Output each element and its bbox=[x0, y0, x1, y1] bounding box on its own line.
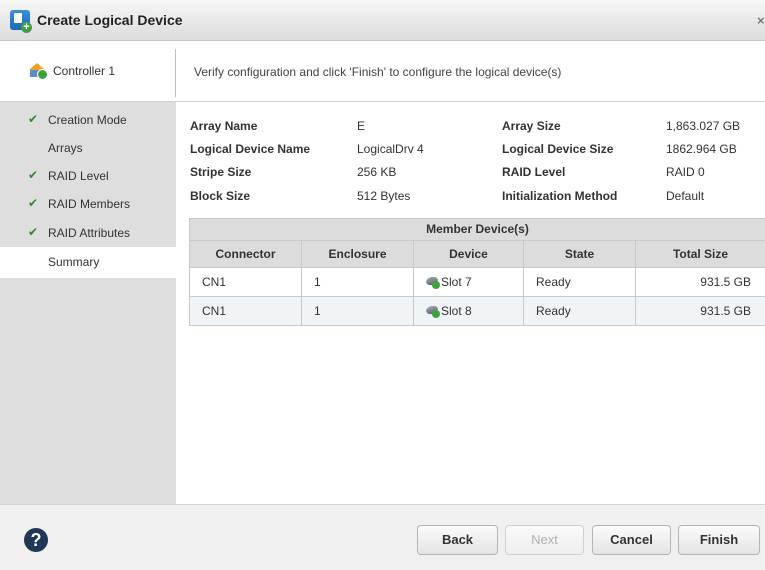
check-icon: ✔ bbox=[28, 225, 38, 239]
finish-button[interactable]: Finish bbox=[678, 525, 760, 555]
col-state[interactable]: State bbox=[524, 241, 636, 268]
cell-connector: CN1 bbox=[190, 297, 302, 326]
array-name-label: Array Name bbox=[190, 119, 257, 133]
step-label: Summary bbox=[48, 255, 99, 269]
cell-state: Ready bbox=[524, 268, 636, 297]
cell-enclosure: 1 bbox=[302, 297, 414, 326]
check-icon: ✔ bbox=[28, 168, 38, 182]
block-value: 512 Bytes bbox=[357, 189, 410, 203]
disk-icon bbox=[426, 304, 440, 318]
array-name-value: E bbox=[357, 119, 365, 133]
window-title: Create Logical Device bbox=[37, 12, 183, 28]
step-label: Arrays bbox=[48, 141, 83, 155]
step-creation-mode[interactable]: ✔ Creation Mode bbox=[0, 105, 176, 134]
array-size-value: 1,863.027 GB bbox=[666, 119, 740, 133]
title-bar: Create Logical Device × bbox=[0, 0, 765, 41]
ld-size-label: Logical Device Size bbox=[502, 142, 613, 156]
col-connector[interactable]: Connector bbox=[190, 241, 302, 268]
cancel-button[interactable]: Cancel bbox=[592, 525, 671, 555]
raid-value: RAID 0 bbox=[666, 165, 705, 179]
block-label: Block Size bbox=[190, 189, 250, 203]
back-button[interactable]: Back bbox=[417, 525, 498, 555]
init-label: Initialization Method bbox=[502, 189, 617, 203]
stripe-value: 256 KB bbox=[357, 165, 396, 179]
ld-name-label: Logical Device Name bbox=[190, 142, 310, 156]
table-header-row: Connector Enclosure Device State Total S… bbox=[190, 241, 765, 268]
instructions-text: Verify configuration and click 'Finish' … bbox=[194, 65, 561, 79]
table-caption: Member Device(s) bbox=[189, 218, 765, 240]
step-raid-members[interactable]: ✔ RAID Members bbox=[0, 189, 176, 218]
step-raid-attributes[interactable]: ✔ RAID Attributes bbox=[0, 218, 176, 247]
table-row[interactable]: CN1 1 Slot 8 Ready 931.5 GB bbox=[190, 297, 765, 326]
step-label: RAID Level bbox=[48, 169, 109, 183]
step-summary[interactable]: Summary bbox=[0, 247, 176, 278]
cell-enclosure: 1 bbox=[302, 268, 414, 297]
cell-size: 931.5 GB bbox=[636, 297, 765, 326]
cell-device: Slot 7 bbox=[414, 268, 524, 297]
member-devices-table: Member Device(s) Connector Enclosure Dev… bbox=[189, 218, 765, 326]
controller-label: Controller 1 bbox=[53, 64, 115, 78]
check-icon: ✔ bbox=[28, 112, 38, 126]
cell-state: Ready bbox=[524, 297, 636, 326]
cell-connector: CN1 bbox=[190, 268, 302, 297]
init-value: Default bbox=[666, 189, 704, 203]
ld-name-value: LogicalDrv 4 bbox=[357, 142, 424, 156]
device-label: Slot 8 bbox=[441, 304, 472, 318]
col-total-size[interactable]: Total Size bbox=[636, 241, 765, 268]
controller-row: Controller 1 Verify configuration and cl… bbox=[0, 41, 765, 102]
step-raid-level[interactable]: ✔ RAID Level bbox=[0, 161, 176, 190]
step-label: Creation Mode bbox=[48, 113, 127, 127]
ld-size-value: 1862.964 GB bbox=[666, 142, 737, 156]
stripe-label: Stripe Size bbox=[190, 165, 251, 179]
col-device[interactable]: Device bbox=[414, 241, 524, 268]
raid-label: RAID Level bbox=[502, 165, 565, 179]
step-arrays[interactable]: Arrays bbox=[0, 133, 176, 162]
col-enclosure[interactable]: Enclosure bbox=[302, 241, 414, 268]
next-button[interactable]: Next bbox=[505, 525, 584, 555]
controller-icon bbox=[28, 63, 46, 77]
step-label: RAID Attributes bbox=[48, 226, 130, 240]
table-row[interactable]: CN1 1 Slot 7 Ready 931.5 GB bbox=[190, 268, 765, 297]
device-label: Slot 7 bbox=[441, 275, 472, 289]
step-label: RAID Members bbox=[48, 197, 130, 211]
disk-icon bbox=[426, 275, 440, 289]
footer-bar: ? Back Next Cancel Finish bbox=[0, 504, 765, 570]
check-icon: ✔ bbox=[28, 196, 38, 210]
cell-size: 931.5 GB bbox=[636, 268, 765, 297]
create-device-icon bbox=[10, 10, 30, 30]
divider bbox=[175, 49, 176, 97]
close-icon[interactable]: × bbox=[757, 13, 765, 27]
array-size-label: Array Size bbox=[502, 119, 561, 133]
cell-device: Slot 8 bbox=[414, 297, 524, 326]
wizard-steps: ✔ Creation Mode Arrays ✔ RAID Level ✔ RA… bbox=[0, 102, 176, 504]
help-icon[interactable]: ? bbox=[24, 528, 48, 552]
